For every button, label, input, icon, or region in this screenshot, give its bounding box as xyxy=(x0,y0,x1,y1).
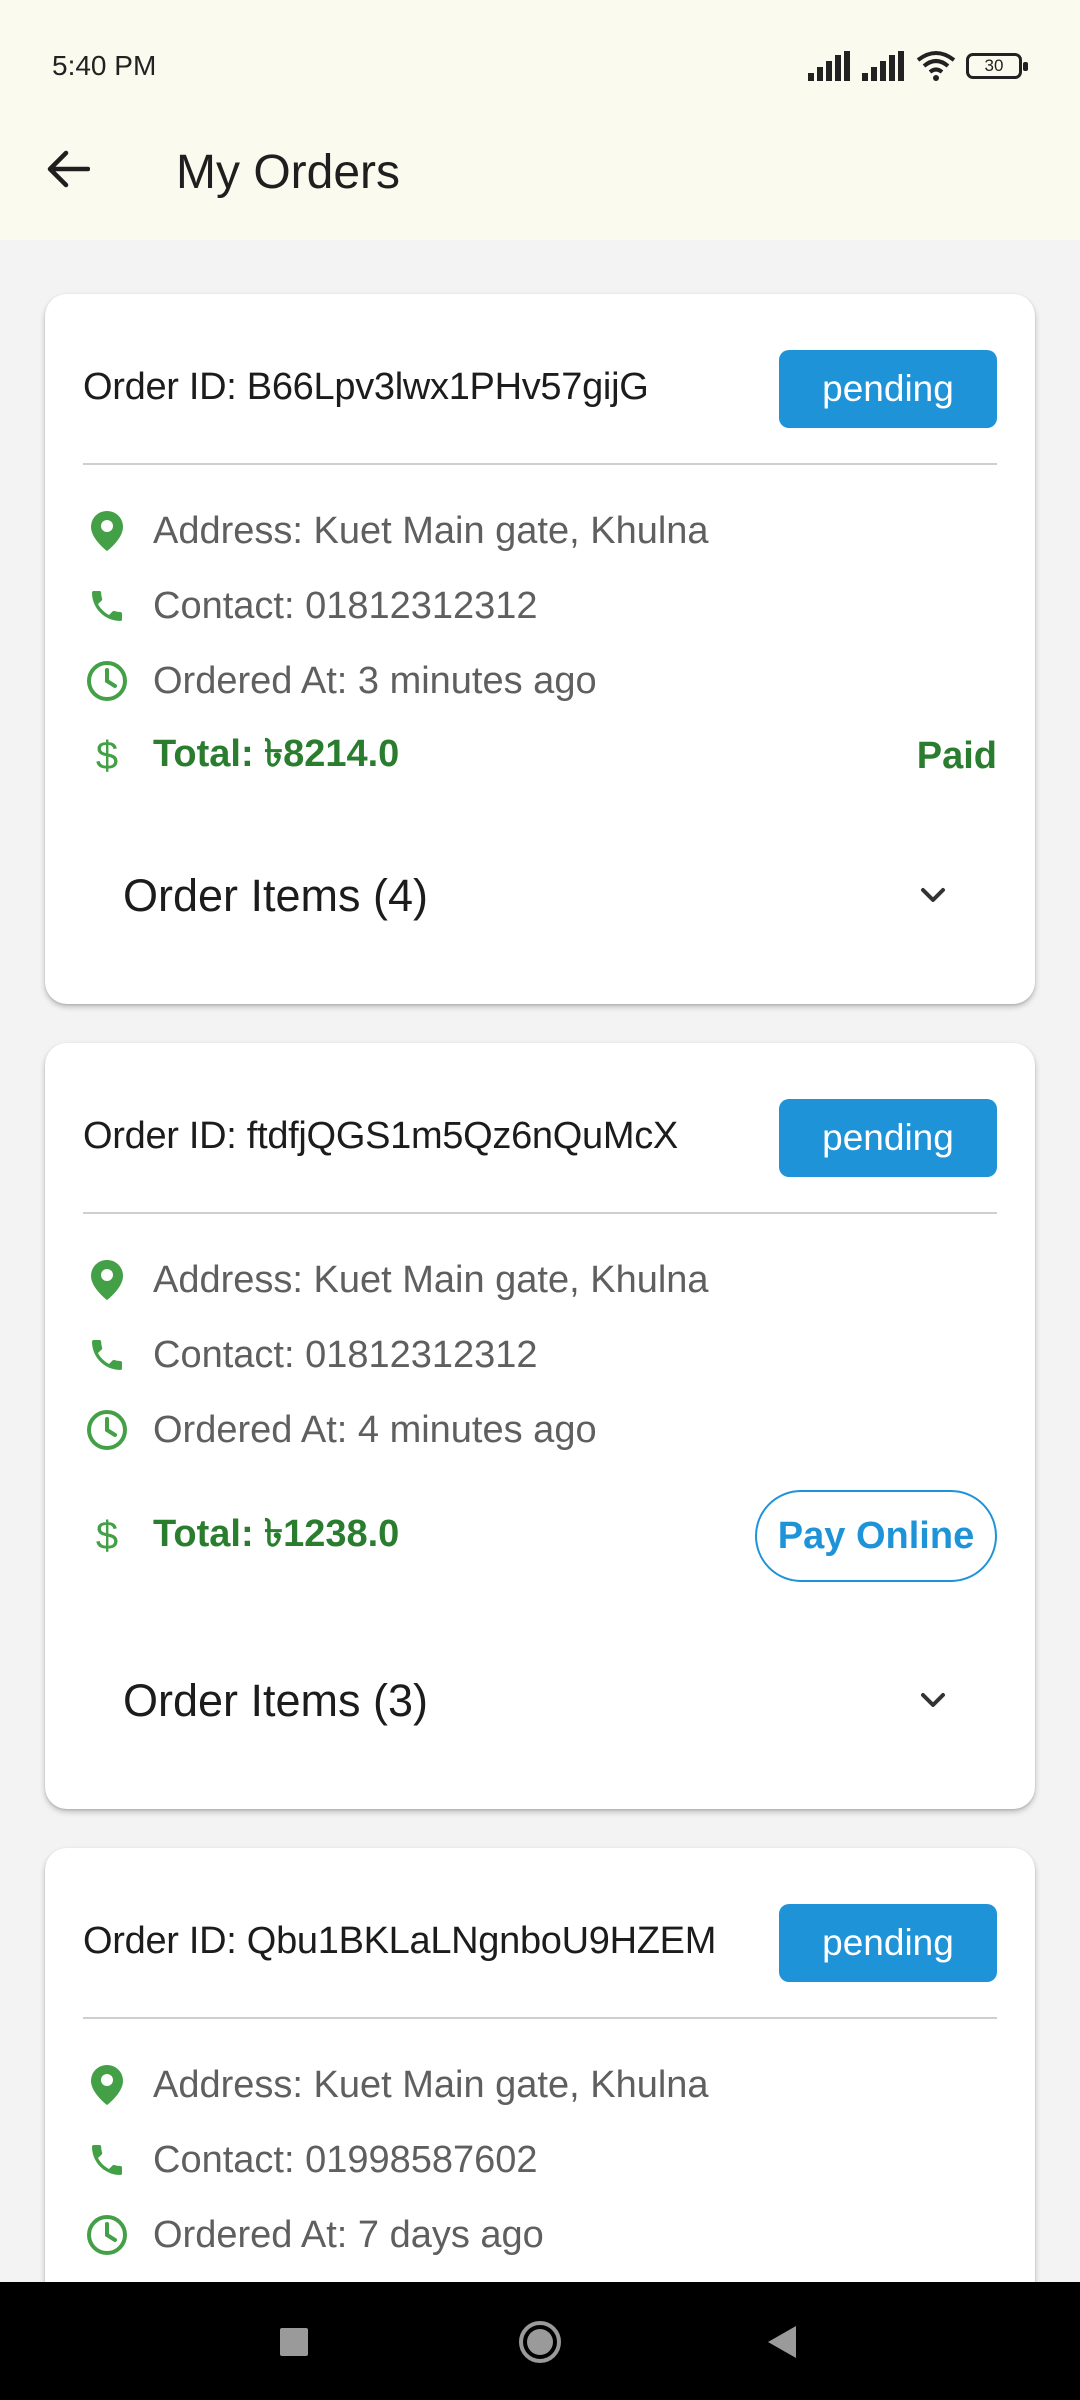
address-text: Address: Kuet Main gate, Khulna xyxy=(153,1258,709,1301)
triangle-back-icon xyxy=(768,2326,796,2358)
recents-button[interactable] xyxy=(256,2304,332,2380)
order-card-header: Order ID: ftdfjQGS1m5Qz6nQuMcX pending xyxy=(83,1099,997,1179)
status-badge: pending xyxy=(779,350,997,428)
contact-row: Contact: 01812312312 xyxy=(83,1325,997,1385)
order-id: Order ID: Qbu1BKLaLNgnboU9HZEM xyxy=(83,1920,717,1962)
phone-icon xyxy=(83,582,131,630)
address-text: Address: Kuet Main gate, Khulna xyxy=(153,2063,709,2106)
order-items-label: Order Items (3) xyxy=(123,1675,429,1726)
app-bar: 5:40 PM 30 My Orders xyxy=(0,0,1080,240)
ordered-at-text: Ordered At: 3 minutes ago xyxy=(153,659,597,702)
status-icons: 30 xyxy=(808,48,1028,84)
contact-row: Contact: 01812312312 xyxy=(83,576,997,636)
home-button[interactable] xyxy=(502,2304,578,2380)
contact-text: Contact: 01812312312 xyxy=(153,584,538,627)
address-text: Address: Kuet Main gate, Khulna xyxy=(153,509,709,552)
total-row: $ Total: ৳1238.0 Pay Online xyxy=(83,1490,997,1582)
back-nav-button[interactable] xyxy=(743,2304,819,2380)
address-row: Address: Kuet Main gate, Khulna xyxy=(83,1250,997,1310)
divider xyxy=(83,1212,997,1214)
location-pin-icon xyxy=(83,507,131,555)
status-badge: pending xyxy=(779,1099,997,1177)
payment-status: Paid xyxy=(916,734,997,777)
total-text: Total: ৳8214.0 xyxy=(153,733,400,775)
battery-icon: 30 xyxy=(966,53,1028,79)
divider xyxy=(83,2017,997,2019)
status-badge: pending xyxy=(779,1904,997,1982)
dollar-icon: $ xyxy=(95,733,119,778)
order-card: Order ID: B66Lpv3lwx1PHv57gijG pending A… xyxy=(45,294,1035,1004)
address-row: Address: Kuet Main gate, Khulna xyxy=(83,501,997,561)
dollar-icon: $ xyxy=(95,1513,119,1558)
ordered-at-row: Ordered At: 4 minutes ago xyxy=(83,1400,997,1460)
clock-icon xyxy=(83,1406,131,1454)
order-items-toggle[interactable]: Order Items (3) xyxy=(123,1656,957,1746)
order-id: Order ID: ftdfjQGS1m5Qz6nQuMcX xyxy=(83,1115,678,1157)
signal-icon xyxy=(808,51,850,81)
status-time: 5:40 PM xyxy=(52,50,157,81)
system-nav-bar xyxy=(0,2282,1080,2400)
divider xyxy=(83,463,997,465)
order-card: Order ID: ftdfjQGS1m5Qz6nQuMcX pending A… xyxy=(45,1043,1035,1809)
home-circle-icon xyxy=(519,2321,561,2363)
signal-icon-2 xyxy=(862,51,904,81)
battery-level: 30 xyxy=(984,56,1004,75)
order-card-header: Order ID: Qbu1BKLaLNgnboU9HZEM pending xyxy=(83,1904,997,1984)
chevron-down-icon xyxy=(921,888,945,902)
order-items-label: Order Items (4) xyxy=(123,870,429,921)
contact-text: Contact: 01812312312 xyxy=(153,1333,538,1376)
ordered-at-row: Ordered At: 7 days ago xyxy=(83,2205,997,2265)
total-text: Total: ৳1238.0 xyxy=(153,1513,400,1555)
page-title: My Orders xyxy=(176,146,401,199)
order-id: Order ID: B66Lpv3lwx1PHv57gijG xyxy=(83,366,649,408)
order-items-toggle[interactable]: Order Items (4) xyxy=(123,851,957,941)
phone-icon xyxy=(83,1331,131,1379)
clock-icon xyxy=(83,2211,131,2259)
chevron-down-icon xyxy=(921,1693,945,1707)
address-row: Address: Kuet Main gate, Khulna xyxy=(83,2055,997,2115)
back-button[interactable] xyxy=(30,131,106,207)
total-row: $ Total: ৳8214.0 Paid xyxy=(83,726,997,786)
clock-icon xyxy=(83,657,131,705)
pay-online-button[interactable]: Pay Online xyxy=(755,1490,997,1582)
contact-row: Contact: 01998587602 xyxy=(83,2130,997,2190)
phone-icon xyxy=(83,2136,131,2184)
ordered-at-text: Ordered At: 4 minutes ago xyxy=(153,1408,597,1451)
wifi-icon xyxy=(916,51,956,81)
square-icon xyxy=(280,2328,308,2356)
ordered-at-row: Ordered At: 3 minutes ago xyxy=(83,651,997,711)
order-card-header: Order ID: B66Lpv3lwx1PHv57gijG pending xyxy=(83,350,997,430)
order-card: Order ID: Qbu1BKLaLNgnboU9HZEM pending A… xyxy=(45,1848,1035,2348)
arrow-left-icon xyxy=(47,150,90,188)
contact-text: Contact: 01998587602 xyxy=(153,2138,538,2181)
location-pin-icon xyxy=(83,1256,131,1304)
ordered-at-text: Ordered At: 7 days ago xyxy=(153,2213,544,2256)
location-pin-icon xyxy=(83,2061,131,2109)
